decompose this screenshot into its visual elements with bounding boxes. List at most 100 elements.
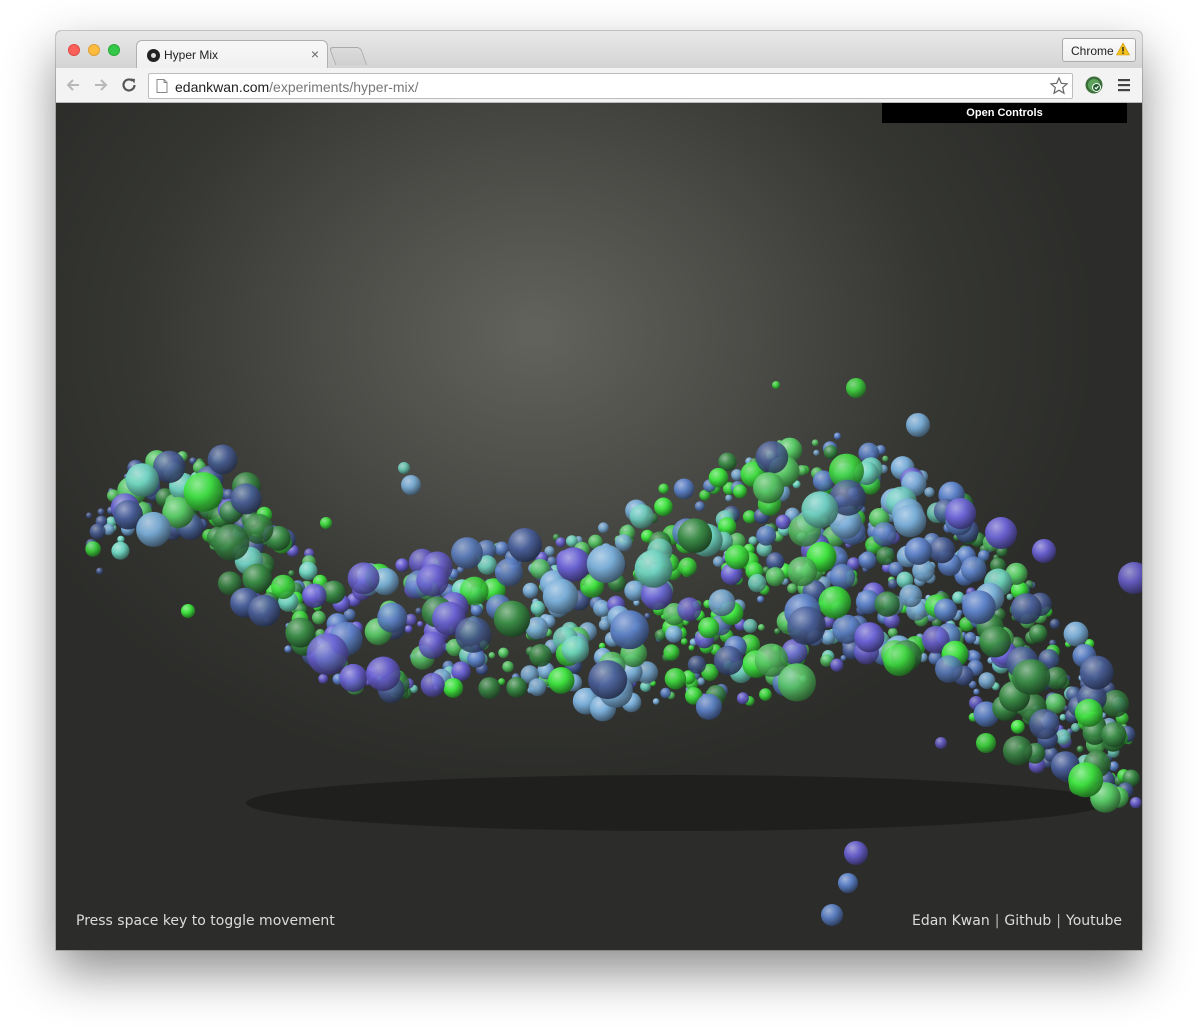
particle-sphere (1002, 735, 1033, 766)
particle-sphere (872, 522, 897, 547)
particle-sphere (962, 590, 996, 624)
particle-sphere (823, 445, 838, 460)
particle-sphere (1029, 709, 1060, 740)
particle-sphere (687, 655, 707, 674)
particle-sphere (181, 604, 195, 618)
window-close-button[interactable] (68, 44, 80, 56)
link-youtube[interactable]: Youtube (1066, 913, 1122, 929)
particle-sphere (801, 491, 839, 529)
profile-button[interactable]: Chrome (1062, 38, 1136, 62)
back-arrow-icon[interactable] (64, 76, 82, 94)
particle-sphere (660, 687, 671, 699)
particle-scene[interactable] (56, 103, 1142, 950)
particle-sphere (882, 455, 889, 462)
particle-sphere (765, 567, 785, 587)
new-tab-button[interactable] (328, 47, 368, 65)
particle-sphere (680, 638, 688, 645)
open-controls-button[interactable]: Open Controls (882, 103, 1127, 123)
tab-hyper-mix[interactable]: Hyper Mix × (136, 40, 328, 69)
particle-sphere (299, 561, 318, 581)
particle-sphere (904, 537, 933, 565)
particle-sphere (934, 598, 958, 622)
particle-sphere (207, 444, 238, 475)
particle-sphere (978, 672, 996, 689)
particle-sphere (833, 432, 842, 440)
particle-sphere (811, 439, 819, 447)
bookmark-star-icon[interactable] (1049, 76, 1069, 96)
particle-sphere (695, 693, 722, 720)
particle-sphere (415, 607, 423, 615)
particle-sphere (494, 558, 523, 587)
address-bar[interactable]: edankwan.com/experiments/hyper-mix/ (148, 73, 1073, 99)
tab-close-icon[interactable]: × (311, 46, 319, 62)
particle-sphere (248, 594, 281, 627)
forward-arrow-icon[interactable] (92, 76, 110, 94)
particle-sphere (774, 628, 781, 635)
link-edan-kwan[interactable]: Edan Kwan (912, 913, 990, 929)
particle-sphere (401, 475, 421, 495)
extension-icon[interactable] (1085, 76, 1103, 94)
link-separator: | (994, 913, 1000, 929)
particle-sphere (586, 544, 626, 584)
particle-sphere (964, 632, 977, 644)
particle-sphere (935, 655, 963, 683)
particle-sphere (1130, 797, 1142, 809)
particle-sphere (665, 625, 683, 643)
particle-sphere (677, 597, 702, 622)
particle-sphere (724, 544, 750, 570)
particle-sphere (973, 688, 980, 695)
menu-icon[interactable] (1117, 77, 1131, 93)
particle-sphere (366, 656, 401, 692)
particle-sphere (1049, 618, 1060, 630)
particle-sphere (677, 518, 713, 553)
page-canvas[interactable]: Open Controls Press space key to toggle … (56, 103, 1142, 950)
particle-sphere (858, 551, 877, 570)
particle-sphere (451, 537, 483, 569)
particle-sphere (507, 528, 542, 562)
particle-sphere (528, 678, 547, 696)
particle-sphere (658, 483, 669, 494)
link-separator: | (1056, 913, 1061, 929)
particle-sphere (547, 667, 575, 694)
particle-sphere (555, 537, 566, 548)
particle-sphere (556, 547, 591, 582)
particle-sphere (924, 487, 935, 498)
particle-sphere (85, 541, 101, 557)
window-minimize-button[interactable] (88, 44, 100, 56)
particle-sphere (698, 617, 720, 639)
particle-sphere (522, 582, 539, 599)
particle-sphere (854, 622, 885, 653)
particle-sphere (787, 606, 826, 645)
particle-sphere (748, 536, 758, 546)
particle-sphere (529, 644, 552, 667)
particle-sphere (654, 497, 673, 517)
particle-sphere (678, 557, 697, 576)
particle-sphere (420, 672, 445, 698)
particle-sphere (418, 631, 446, 659)
particle-sphere (302, 583, 327, 608)
particle-sphere (506, 677, 527, 698)
particle-sphere (89, 523, 106, 540)
particle-sphere (713, 645, 744, 676)
particle-sphere (876, 546, 895, 566)
particle-sphere (883, 644, 916, 677)
particle-sphere (708, 467, 729, 488)
particle-sphere (1010, 719, 1025, 734)
particle-sphere (493, 600, 531, 637)
particle-sphere (775, 514, 791, 530)
reload-icon[interactable] (120, 76, 138, 94)
window-maximize-button[interactable] (108, 44, 120, 56)
particle-sphere (644, 612, 651, 620)
particle-sphere (985, 517, 1017, 549)
particle-sphere (347, 562, 380, 595)
browser-window: Hyper Mix × Chrome edankwan.com/experime… (56, 31, 1142, 950)
particle-sphere (1079, 655, 1114, 690)
particle-sphere (530, 600, 545, 616)
particle-sphere (478, 677, 501, 700)
link-github[interactable]: Github (1004, 913, 1051, 929)
particle-sphere (404, 625, 413, 634)
toolbar: edankwan.com/experiments/hyper-mix/ (56, 68, 1142, 103)
particle-sphere (664, 668, 687, 690)
particle-sphere (395, 558, 409, 572)
particle-sphere (663, 644, 680, 661)
